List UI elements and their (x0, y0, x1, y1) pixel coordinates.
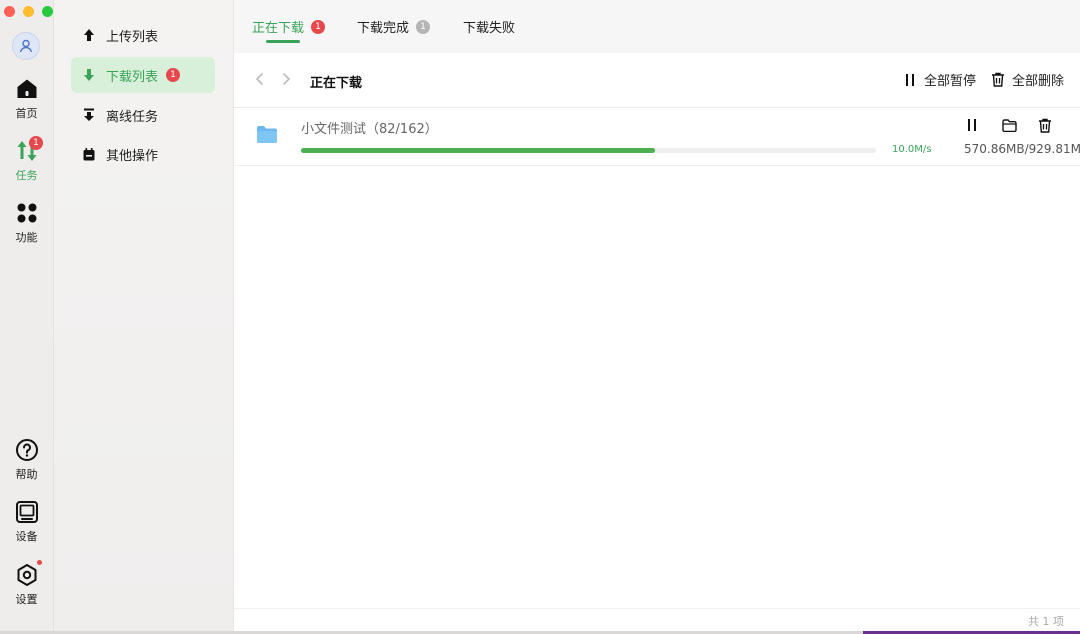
task-pause-button[interactable] (964, 117, 980, 133)
delete-all-button[interactable]: 全部删除 (990, 70, 1064, 89)
settings-icon (15, 563, 39, 587)
task-progress-bar (301, 148, 876, 153)
app-window: 首页 任务 1 功能 帮助 设备 设置 上传列表 下载列表 1 离线任务 其他操… (0, 0, 1080, 631)
download-list-badge: 1 (166, 68, 181, 82)
offline-download-icon (82, 108, 96, 122)
task-speed: 10.0M/s (892, 144, 932, 155)
close-window-button[interactable] (4, 6, 15, 17)
folder-icon (256, 125, 278, 148)
settings-notification-dot (37, 560, 42, 565)
sidebar-item-other-actions[interactable]: 其他操作 (71, 136, 215, 172)
upload-arrow-icon (82, 28, 96, 42)
calendar-icon (82, 147, 96, 161)
completed-badge: 1 (416, 19, 431, 34)
rail-item-home[interactable]: 首页 (0, 77, 53, 121)
tasks-badge: 1 (29, 136, 43, 150)
rail-item-help[interactable]: 帮助 (0, 438, 53, 482)
tab-completed[interactable]: 下载完成 1 (357, 17, 431, 36)
chevron-left-icon (255, 72, 264, 86)
primary-rail: 首页 任务 1 功能 帮助 设备 设置 (0, 0, 54, 631)
minimize-window-button[interactable] (23, 6, 34, 17)
device-icon (15, 500, 39, 524)
rail-item-settings[interactable]: 设置 (0, 563, 53, 607)
forward-button[interactable] (277, 70, 295, 88)
download-arrow-icon (82, 68, 96, 82)
secondary-sidebar: 上传列表 下载列表 1 离线任务 其他操作 (54, 0, 234, 631)
grid-icon (15, 201, 39, 225)
back-button[interactable] (251, 70, 269, 88)
zoom-window-button[interactable] (42, 6, 53, 17)
page-title: 正在下载 (310, 76, 363, 91)
task-name: 小文件测试（82/162） (301, 122, 438, 137)
task-open-folder-button[interactable] (1001, 117, 1017, 133)
tab-downloading[interactable]: 正在下载 1 (252, 17, 326, 36)
trash-icon (1039, 118, 1051, 133)
chevron-right-icon (282, 72, 291, 86)
folder-outline-icon (1001, 118, 1017, 132)
user-icon (19, 39, 33, 53)
task-progress-fill (301, 148, 655, 153)
sidebar-item-upload-list[interactable]: 上传列表 (71, 17, 215, 53)
downloading-badge: 1 (311, 19, 326, 34)
task-row[interactable]: 小文件测试（82/162） 10.0M/s 570.86MB/929.81MB (234, 108, 1080, 166)
sidebar-item-download-list[interactable]: 下载列表 1 (71, 57, 215, 93)
item-count: 共 1 项 (1028, 615, 1064, 628)
window-controls (4, 6, 53, 17)
task-size: 570.86MB/929.81MB (964, 142, 1080, 156)
help-icon (15, 438, 39, 462)
sidebar-item-offline-tasks[interactable]: 离线任务 (71, 97, 215, 133)
main-panel: 正在下载 1 下载完成 1 下载失败 正在下载 全部暂停 全部删除 小文件测试（… (234, 0, 1080, 631)
status-footer: 共 1 项 (234, 608, 1080, 631)
active-tab-indicator (266, 40, 300, 43)
pause-icon (968, 119, 976, 131)
tab-failed[interactable]: 下载失败 (463, 17, 515, 36)
home-icon (15, 77, 39, 101)
rail-item-devices[interactable]: 设备 (0, 500, 53, 544)
tab-bar: 正在下载 1 下载完成 1 下载失败 (234, 0, 1080, 53)
avatar[interactable] (12, 32, 40, 60)
pause-all-button[interactable]: 全部暂停 (902, 70, 976, 89)
rail-item-tasks[interactable]: 任务 (0, 139, 53, 183)
task-delete-button[interactable] (1037, 117, 1053, 133)
rail-item-features[interactable]: 功能 (0, 201, 53, 245)
toolbar: 正在下载 全部暂停 全部删除 (234, 53, 1080, 108)
pause-icon (902, 72, 918, 88)
trash-icon (990, 72, 1006, 88)
